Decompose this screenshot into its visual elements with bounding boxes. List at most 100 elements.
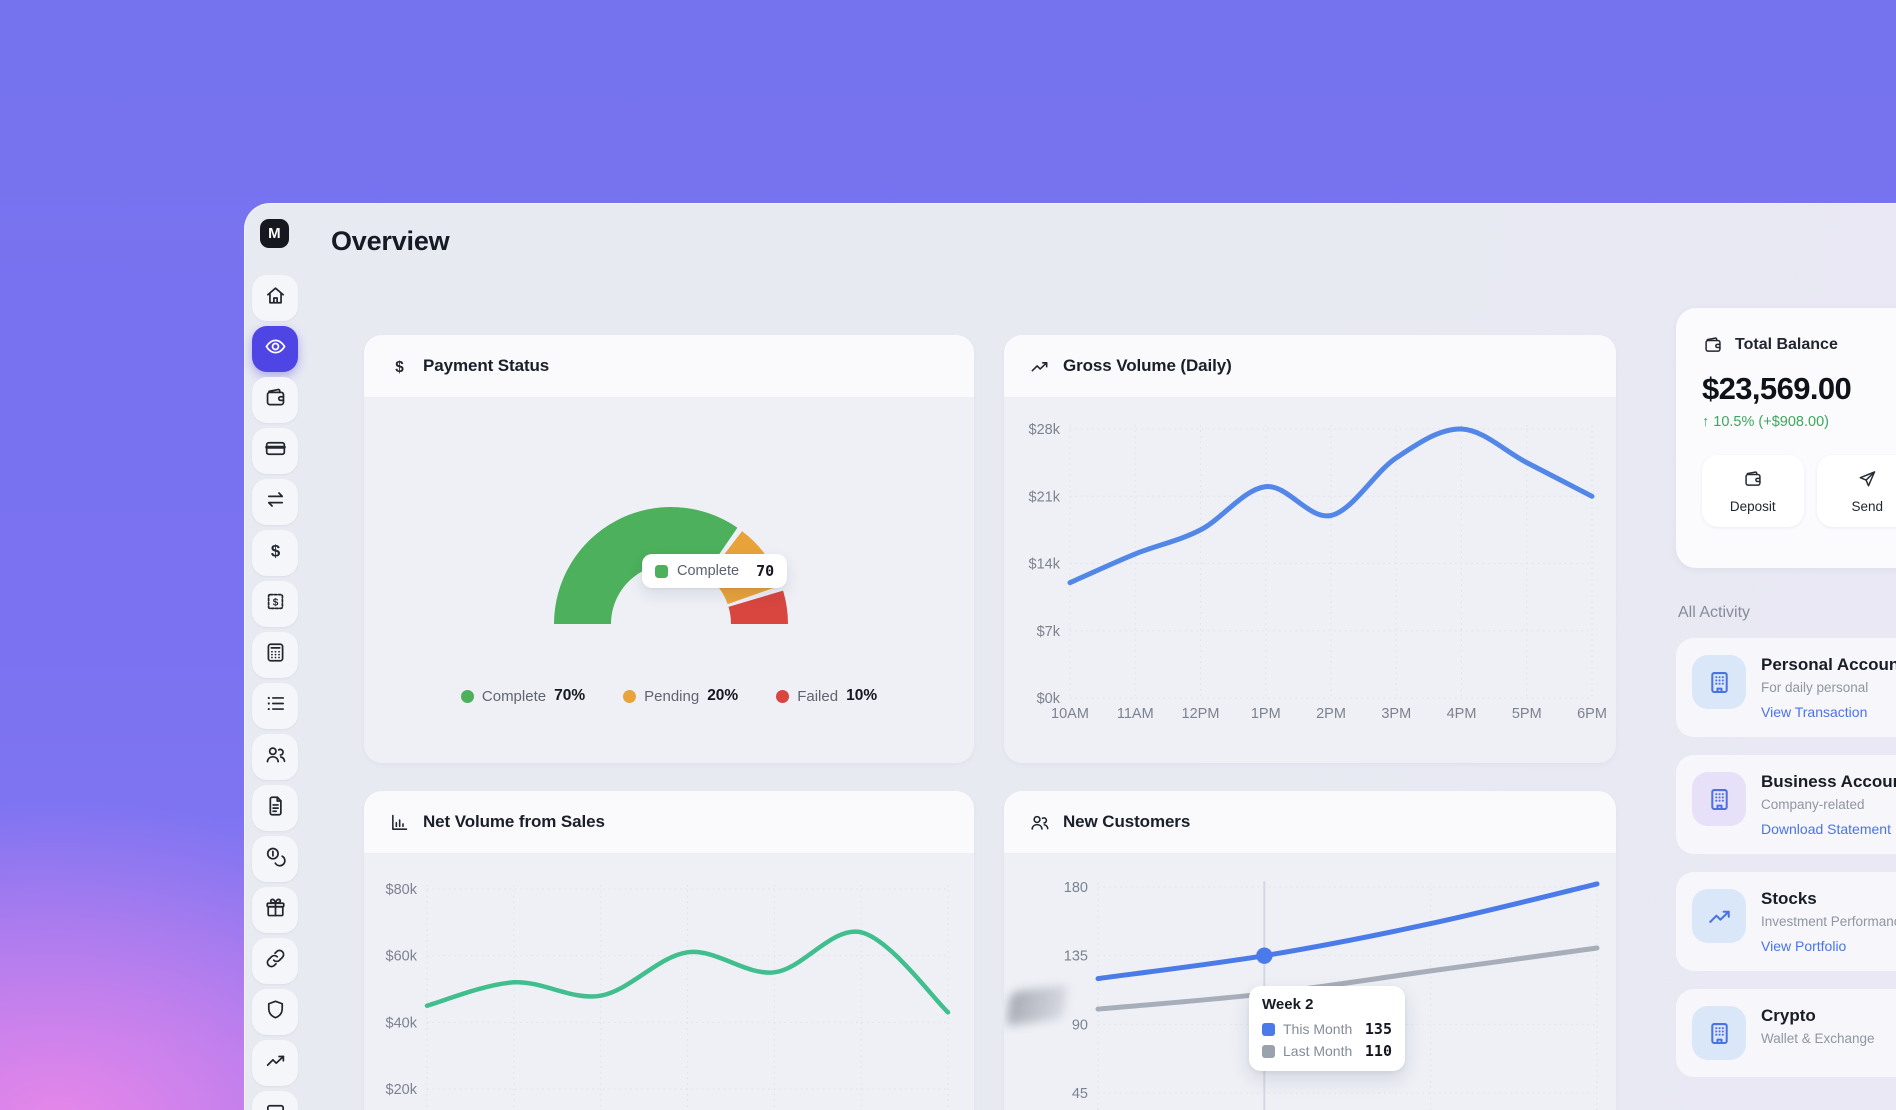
sidebar-item-overview[interactable] — [252, 326, 298, 372]
activity-link[interactable]: View Portfolio — [1761, 938, 1896, 954]
coins-icon — [264, 845, 287, 873]
building-icon — [1692, 655, 1746, 709]
desktop-background: M Overview $$ $ Payment Status Complete … — [0, 0, 1896, 1110]
calculator-icon — [264, 641, 287, 669]
svg-text:$28k: $28k — [1029, 422, 1061, 438]
legend-swatch — [776, 690, 789, 703]
bar-chart-icon — [388, 811, 410, 833]
wallet-icon — [264, 386, 287, 414]
svg-text:3PM: 3PM — [1381, 706, 1411, 722]
page-title: Overview — [331, 226, 449, 257]
legend-swatch — [623, 690, 636, 703]
svg-text:$: $ — [395, 358, 404, 375]
trend-up-icon — [1028, 355, 1050, 377]
sidebar-item-cards[interactable] — [252, 428, 298, 474]
card-header: New Customers — [1004, 791, 1616, 853]
series-label: This Month — [1283, 1021, 1352, 1037]
activity-title: Business Account — [1761, 772, 1896, 792]
legend-swatch — [655, 565, 668, 578]
deposit-button[interactable]: Deposit — [1702, 455, 1804, 527]
sidebar-item-customers[interactable] — [252, 734, 298, 780]
sidebar-item-devices[interactable] — [252, 1091, 298, 1110]
sidebar-item-wallet[interactable] — [252, 377, 298, 423]
gift-icon — [264, 896, 287, 924]
link-icon — [264, 947, 287, 975]
activity-subtitle: Wallet & Exchange — [1761, 1031, 1875, 1046]
sidebar-item-links[interactable] — [252, 938, 298, 984]
gross-volume-line-chart: $0k$7k$14k$21k$28k10AM11AM12PM1PM2PM3PM4… — [1004, 335, 1616, 763]
transfer-icon — [264, 488, 287, 516]
button-label: Deposit — [1730, 499, 1776, 514]
series-value: 135 — [1365, 1020, 1392, 1038]
eye-icon — [264, 335, 287, 363]
balance-amount: $23,569.00 — [1702, 371, 1896, 407]
sidebar-item-analytics[interactable] — [252, 1040, 298, 1086]
card-title: Payment Status — [423, 356, 549, 376]
legend-item: Failed 10% — [776, 687, 877, 705]
series-swatch — [1262, 1045, 1275, 1058]
sidebar-item-rewards[interactable] — [252, 887, 298, 933]
sidebar-item-payouts[interactable] — [252, 836, 298, 882]
building-icon — [1692, 1006, 1746, 1060]
sidebar: $$ — [252, 275, 298, 1110]
trend-up-icon — [264, 1049, 287, 1077]
svg-text:$20k: $20k — [386, 1082, 418, 1098]
legend-label: Failed — [797, 688, 838, 705]
payment-status-card: $ Payment Status Complete 70 Complete 70%… — [364, 335, 974, 763]
activity-subtitle: Investment Performance — [1761, 914, 1896, 929]
svg-text:12PM: 12PM — [1182, 706, 1220, 722]
series-label: Last Month — [1283, 1043, 1352, 1059]
tooltip-value: 70 — [756, 562, 774, 580]
new-customers-card: 4590135180 New Customers Week 2 This Mon… — [1004, 791, 1616, 1110]
tooltip-row: This Month 135 — [1262, 1020, 1392, 1038]
dollar-icon: $ — [388, 355, 410, 377]
card-header: $ Payment Status — [364, 335, 974, 397]
app-logo-letter: M — [268, 225, 281, 242]
legend-value: 20% — [707, 687, 738, 705]
svg-text:4PM: 4PM — [1447, 706, 1477, 722]
sidebar-item-payments[interactable]: $ — [252, 530, 298, 576]
series-swatch — [1262, 1023, 1275, 1036]
activity-card-body: StocksInvestment PerformanceView Portfol… — [1761, 889, 1896, 954]
gauge-legend: Complete 70% Pending 20% Failed 10% — [364, 687, 974, 705]
balance-actions: Deposit Send — [1702, 455, 1896, 527]
activity-title: Crypto — [1761, 1006, 1875, 1026]
svg-text:5PM: 5PM — [1512, 706, 1542, 722]
svg-text:$40k: $40k — [386, 1015, 418, 1031]
card-title: Gross Volume (Daily) — [1063, 356, 1232, 376]
sidebar-item-accounting[interactable] — [252, 632, 298, 678]
sidebar-item-transfers[interactable] — [252, 479, 298, 525]
sidebar-item-security[interactable] — [252, 989, 298, 1035]
button-label: Send — [1851, 499, 1883, 514]
svg-text:90: 90 — [1072, 1017, 1088, 1033]
card-title: Net Volume from Sales — [423, 812, 605, 832]
card-header: Net Volume from Sales — [364, 791, 974, 853]
legend-value: 10% — [846, 687, 877, 705]
svg-text:$: $ — [272, 598, 278, 609]
legend-value: 70% — [554, 687, 585, 705]
dollar-icon: $ — [264, 539, 287, 567]
activity-link[interactable]: Download Statement — [1761, 821, 1896, 837]
users-icon — [1028, 811, 1050, 833]
building-icon — [1692, 772, 1746, 826]
sidebar-item-invoices[interactable]: $ — [252, 581, 298, 627]
activity-link[interactable]: View Transaction — [1761, 704, 1896, 720]
tooltip-rows: This Month135Last Month110 — [1262, 1020, 1392, 1060]
activity-subtitle: Company-related — [1761, 797, 1896, 812]
sidebar-item-lists[interactable] — [252, 683, 298, 729]
device-icon — [264, 1100, 287, 1110]
legend-label: Complete — [482, 688, 546, 705]
tooltip-title: Week 2 — [1262, 996, 1392, 1013]
svg-text:135: 135 — [1064, 949, 1088, 965]
sidebar-item-documents[interactable] — [252, 785, 298, 831]
send-icon — [1857, 469, 1877, 492]
send-button[interactable]: Send — [1817, 455, 1896, 527]
svg-text:45: 45 — [1072, 1086, 1088, 1102]
svg-text:11AM: 11AM — [1117, 706, 1154, 722]
balance-header: Total Balance — [1702, 334, 1896, 356]
app-logo: M — [260, 219, 289, 248]
legend-label: Pending — [644, 688, 699, 705]
document-icon — [264, 794, 287, 822]
activity-subtitle: For daily personal — [1761, 680, 1896, 695]
sidebar-item-home[interactable] — [252, 275, 298, 321]
